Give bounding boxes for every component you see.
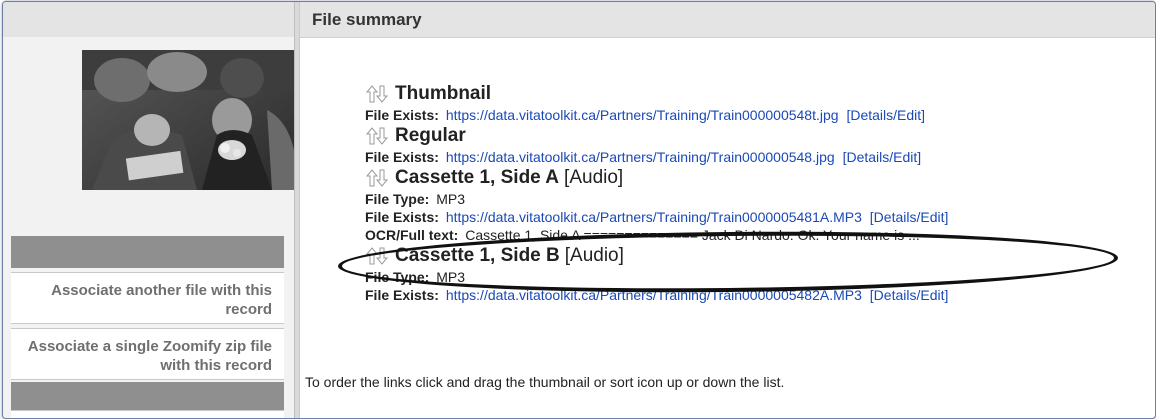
file-kind: [Audio] bbox=[564, 167, 624, 188]
file-exists-label: File Exists: bbox=[365, 107, 439, 123]
sidebar-section-bar bbox=[11, 236, 284, 268]
sort-arrows-icon[interactable] bbox=[365, 126, 389, 146]
file-type-row: File Type: MP3 bbox=[365, 190, 1145, 208]
ocr-text-label: OCR/Full text: bbox=[365, 227, 459, 243]
associate-another-file-link[interactable]: Associate another file with this record bbox=[11, 272, 284, 324]
file-type-value: MP3 bbox=[436, 191, 465, 207]
sidebar-header-band bbox=[3, 2, 294, 37]
page-title: File summary bbox=[312, 10, 422, 29]
file-exists-label: File Exists: bbox=[365, 149, 439, 165]
file-item: Regular File Exists: https://data.vitato… bbox=[365, 124, 1145, 166]
associate-zoomify-zip-label: Associate a single Zoomify zip file with… bbox=[27, 338, 272, 374]
record-thumbnail-photo[interactable] bbox=[82, 50, 294, 190]
file-type-label: File Type: bbox=[365, 191, 430, 207]
column-divider bbox=[294, 2, 300, 418]
sidebar-bottom-item bbox=[11, 410, 284, 418]
sidebar: Associate another file with this record … bbox=[3, 2, 294, 418]
file-url-link[interactable]: https://data.vitatoolkit.ca/Partners/Tra… bbox=[446, 107, 839, 123]
file-exists-row: File Exists: https://data.vitatoolkit.ca… bbox=[365, 208, 1145, 226]
sidebar-section-bar-bottom bbox=[11, 382, 284, 410]
file-url-link[interactable]: https://data.vitatoolkit.ca/Partners/Tra… bbox=[446, 209, 862, 225]
sort-arrows-icon[interactable] bbox=[365, 84, 389, 104]
file-exists-label: File Exists: bbox=[365, 209, 439, 225]
associate-another-file-label: Associate another file with this record bbox=[51, 282, 272, 318]
details-edit-link[interactable]: [Details/Edit] bbox=[846, 107, 925, 123]
file-summary-panel: Associate another file with this record … bbox=[2, 1, 1156, 419]
details-edit-link[interactable]: [Details/Edit] bbox=[843, 149, 922, 165]
sort-instructions: To order the links click and drag the th… bbox=[305, 374, 785, 390]
associate-zoomify-zip-link[interactable]: Associate a single Zoomify zip file with… bbox=[11, 328, 284, 380]
photo-image bbox=[82, 50, 294, 190]
file-exists-label: File Exists: bbox=[365, 287, 439, 303]
file-name: Cassette 1, Side A bbox=[395, 167, 560, 188]
file-name: Thumbnail bbox=[395, 83, 492, 104]
file-item: Thumbnail File Exists: https://data.vita… bbox=[365, 82, 1145, 124]
section-header: File summary bbox=[300, 2, 1155, 38]
file-url-link[interactable]: https://data.vitatoolkit.ca/Partners/Tra… bbox=[446, 149, 835, 165]
file-exists-row: File Exists: https://data.vitatoolkit.ca… bbox=[365, 106, 1145, 124]
details-edit-link[interactable]: [Details/Edit] bbox=[870, 287, 949, 303]
file-exists-row: File Exists: https://data.vitatoolkit.ca… bbox=[365, 148, 1145, 166]
details-edit-link[interactable]: [Details/Edit] bbox=[870, 209, 949, 225]
sort-arrows-icon[interactable] bbox=[365, 168, 389, 188]
file-name: Regular bbox=[395, 125, 466, 146]
